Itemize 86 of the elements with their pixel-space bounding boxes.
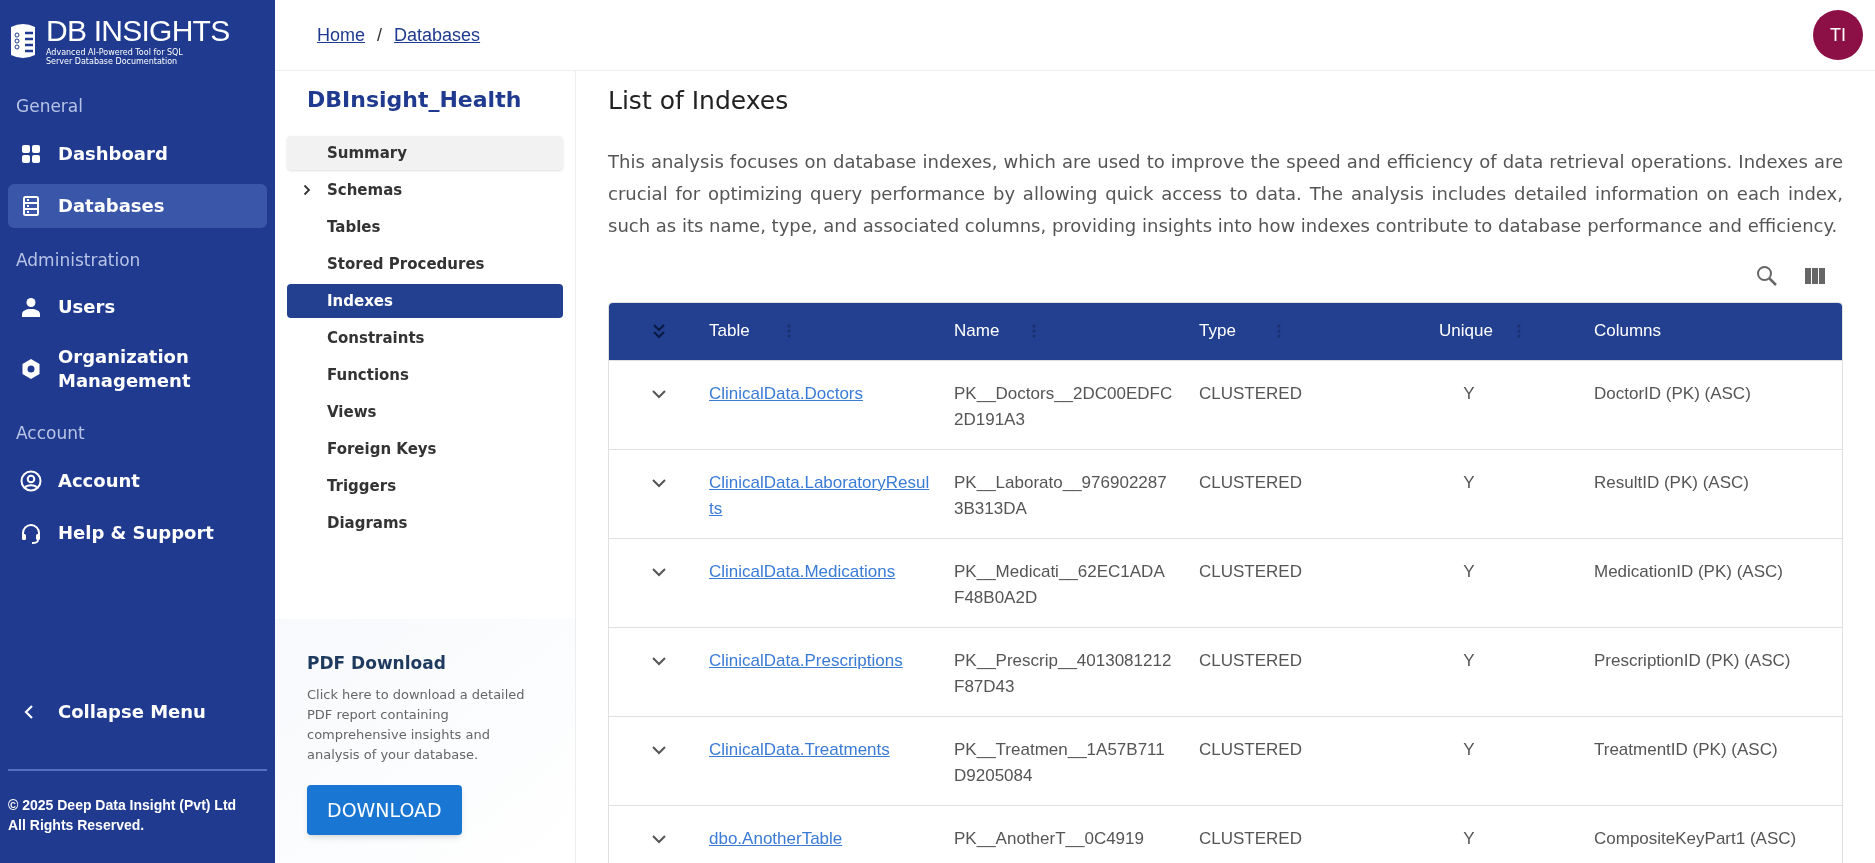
database-menu-item[interactable]: Functions <box>287 358 563 392</box>
nav-item[interactable]: Dashboard <box>8 131 267 176</box>
search-icon[interactable] <box>1755 263 1779 288</box>
copyright-text: All Rights Reserved. <box>8 816 146 835</box>
account-circle-icon <box>20 469 42 492</box>
breadcrumb-link[interactable]: Home <box>317 21 365 49</box>
nav-section-heading: Administration <box>15 248 142 272</box>
table-link[interactable]: ClinicalData.Prescriptions <box>709 647 930 674</box>
table-link[interactable]: ClinicalData.Treatments <box>709 736 930 763</box>
table-cell-text: PK__AnotherT__0C4919 <box>954 827 1145 850</box>
collapse-menu-button[interactable]: Collapse Menu <box>0 686 275 737</box>
breadcrumb-separator: / <box>377 23 383 47</box>
database-logo-icon <box>8 21 38 61</box>
nav-section-heading: General <box>15 95 84 118</box>
table-link[interactable]: ClinicalData.Doctors <box>709 380 930 407</box>
database-name: DBInsight_Health <box>306 86 523 114</box>
database-menu-item[interactable]: Tables <box>287 210 563 244</box>
nav-item[interactable]: Users <box>8 285 267 329</box>
breadcrumb-link[interactable]: Databases <box>394 21 481 49</box>
table-cell: CLUSTERED <box>1199 383 1302 403</box>
user-avatar[interactable]: TI <box>1813 10 1863 60</box>
expand-row-icon[interactable] <box>651 744 667 755</box>
database-menu-item[interactable]: Indexes <box>287 284 563 318</box>
table-cell-text: Y <box>1462 471 1476 494</box>
logo-title: DB INSIGHTS <box>46 16 230 46</box>
table-cell: TreatmentID (PK) (ASC) <box>1594 739 1778 759</box>
column-header[interactable]: Type <box>1199 318 1279 344</box>
database-list-icon <box>22 194 40 217</box>
column-header[interactable]: Columns <box>1594 318 1674 344</box>
nav-item[interactable]: Databases <box>8 183 267 228</box>
nav-item[interactable]: Help & Support <box>8 510 267 555</box>
table-cell-text: Y <box>1462 560 1476 583</box>
column-header[interactable]: Table <box>709 318 789 344</box>
table-cell: CLUSTERED <box>1199 561 1302 581</box>
table-cell-text: PK__Doctors__2DC00EDFC2D191A3 <box>954 382 1174 431</box>
download-button[interactable]: DOWNLOAD <box>307 784 462 835</box>
nav-section-heading: Account <box>15 422 86 445</box>
table-cell: CLUSTERED <box>1199 739 1302 759</box>
table-cell: CLUSTERED <box>1199 472 1302 492</box>
database-menu-item[interactable]: Diagrams <box>287 506 563 540</box>
database-menu-item[interactable]: Stored Procedures <box>287 247 563 281</box>
table-cell-text: Y <box>1462 738 1476 761</box>
hexagon-icon <box>21 358 41 380</box>
database-menu-item[interactable]: Foreign Keys <box>287 432 563 466</box>
table-link[interactable]: ClinicalData.Medications <box>709 558 930 585</box>
logo-tagline: Advanced AI-Powered Tool for SQL Server Database Documentation <box>46 48 184 66</box>
table-cell-text: PK__Laborato__9769022873B313DA <box>954 471 1168 520</box>
table-cell-text: Y <box>1462 649 1476 672</box>
expand-row-icon[interactable] <box>651 477 667 488</box>
table-cell: DoctorID (PK) (ASC) <box>1594 383 1751 403</box>
chevron-right-icon <box>303 184 311 196</box>
table-cell: ResultID (PK) (ASC) <box>1594 472 1749 492</box>
nav-item[interactable]: Account <box>8 458 267 503</box>
table-cell: CLUSTERED <box>1199 650 1302 670</box>
expand-row-icon[interactable] <box>651 833 667 844</box>
user-icon <box>21 297 41 317</box>
table-cell: CompositeKeyPart1 (ASC) <box>1594 828 1797 848</box>
database-menu-item[interactable]: Views <box>287 395 563 429</box>
expand-row-icon[interactable] <box>651 566 667 577</box>
table-cell: MedicationID (PK) (ASC) <box>1594 561 1783 581</box>
description-text: This analysis focuses on database indexes, which are used to improve the speed and efficiency of data retrieval operations. Indexes are crucial for optimizing query performance by allowing quick access to data. The analysis includes detailed information on each index, such as its name, type, and associated columns, providing insights into how indexes contribute to database performance and efficiency. <box>608 149 1843 238</box>
table-cell-text: Y <box>1462 382 1476 405</box>
table-cell-text: PK__Prescrip__4013081212F87D43 <box>954 649 1173 698</box>
database-menu-item[interactable]: Schemas <box>287 173 563 207</box>
table-cell-text: PK__Treatmen__1A57B711D9205084 <box>954 738 1166 787</box>
page-title: List of Indexes <box>608 85 790 117</box>
expand-row-icon[interactable] <box>651 655 667 666</box>
database-menu-item[interactable]: Constraints <box>287 321 563 355</box>
table-cell: PrescriptionID (PK) (ASC) <box>1594 650 1791 670</box>
database-menu-item[interactable]: Triggers <box>287 469 563 503</box>
chevron-left-icon <box>24 703 34 720</box>
table-cell-text: PK__Medicati__62EC1ADAF48B0A2D <box>954 560 1166 609</box>
table-cell: CLUSTERED <box>1199 828 1302 848</box>
table-link[interactable]: dbo.AnotherTable <box>709 825 930 852</box>
pdf-download-text: Click here to download a detailed PDF report containing comprehensive insights and analysis of your database. <box>307 685 526 764</box>
copyright-text: © 2025 Deep Data Insight (Pvt) Ltd <box>8 796 238 815</box>
table-link[interactable]: ClinicalData.LaboratoryResults <box>709 469 930 522</box>
table-cell-text: Y <box>1462 827 1476 850</box>
expand-row-icon[interactable] <box>651 388 667 399</box>
pdf-download-title: PDF Download <box>307 652 447 675</box>
database-menu-item[interactable]: Summary <box>287 136 563 170</box>
nav-item[interactable]: Organization Management <box>8 337 267 401</box>
column-header[interactable]: Name <box>954 318 1034 344</box>
dashboard-grid-icon <box>21 143 41 164</box>
column-header[interactable]: Unique <box>1439 318 1519 344</box>
headset-icon <box>20 521 42 544</box>
